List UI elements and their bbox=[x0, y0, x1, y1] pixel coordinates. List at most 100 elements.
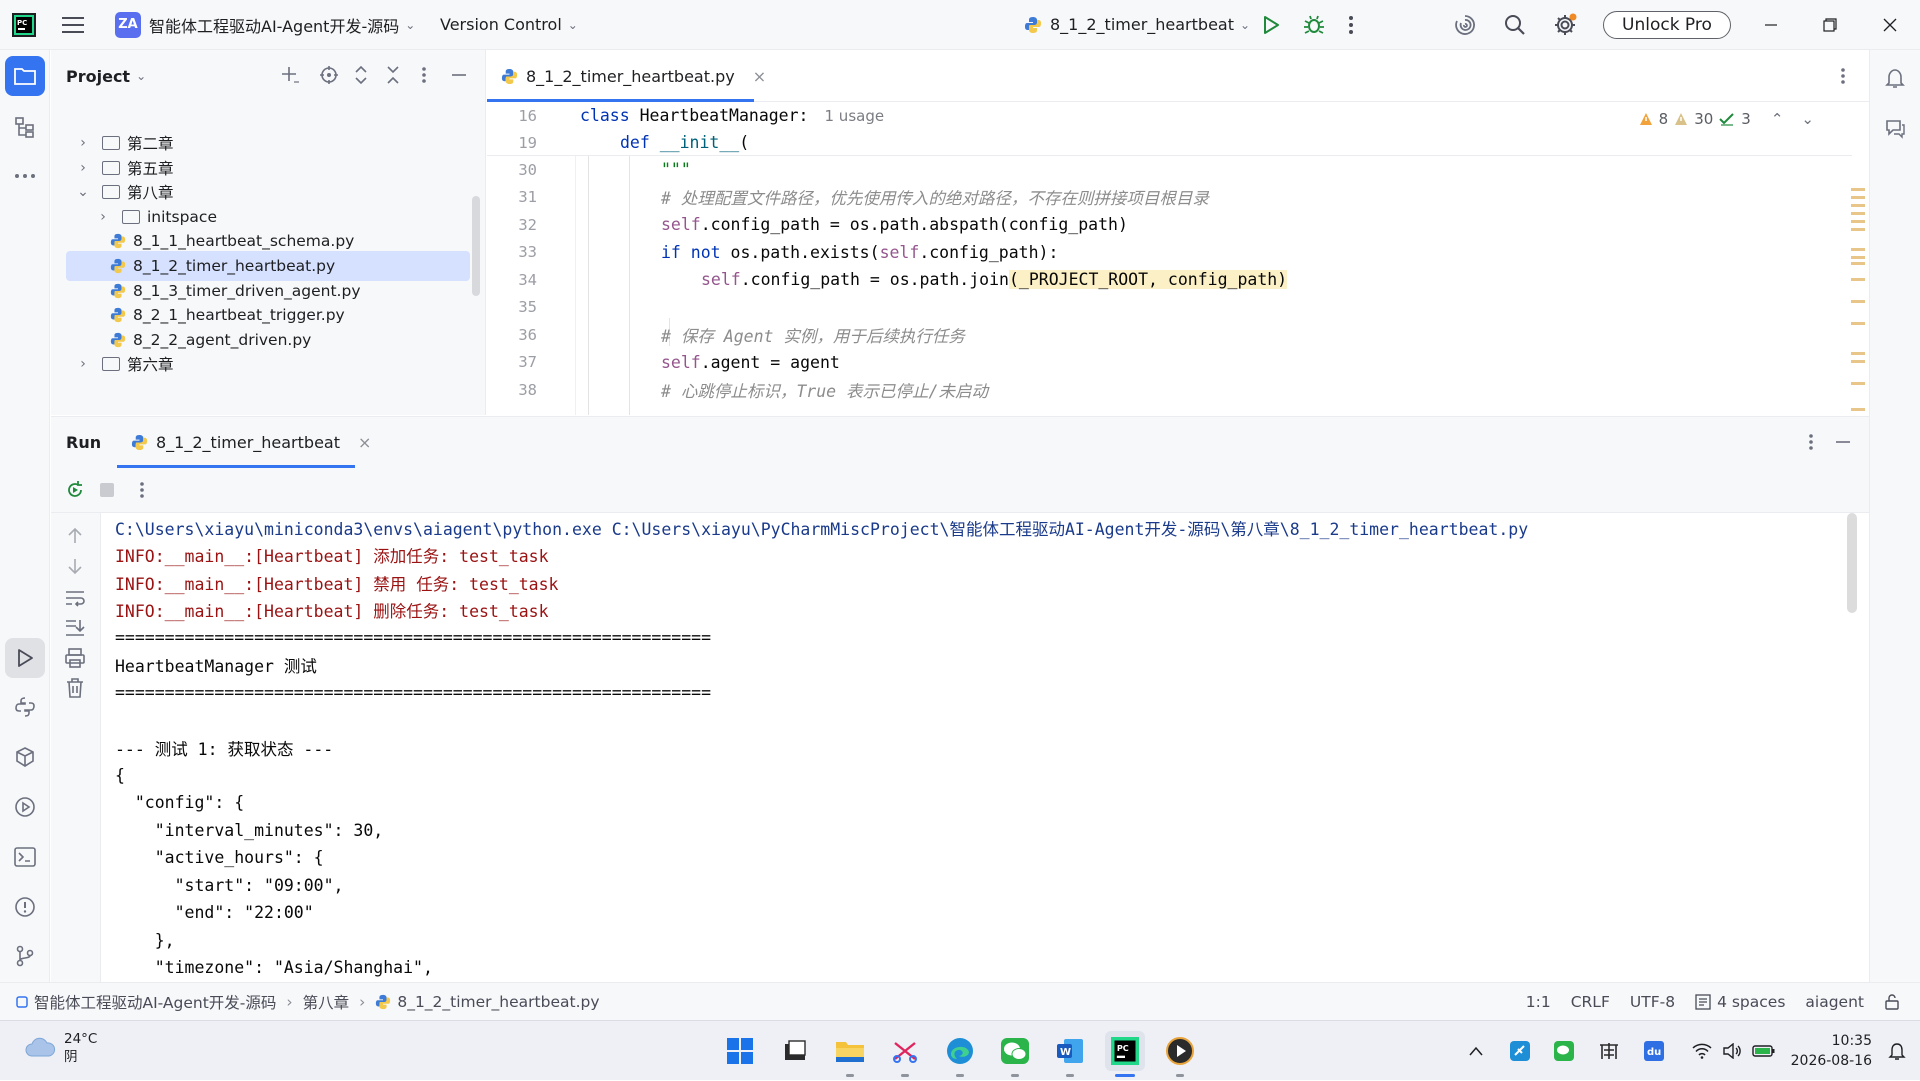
lock-icon[interactable] bbox=[1884, 994, 1900, 1010]
breadcrumb-file[interactable]: 8_1_2_timer_heartbeat.py bbox=[397, 993, 599, 1011]
usage-hint[interactable]: 1 usage bbox=[825, 107, 885, 125]
chevron-right-icon[interactable]: › bbox=[96, 209, 110, 225]
run-more-button[interactable] bbox=[139, 480, 145, 500]
tray-app-3[interactable] bbox=[1598, 1041, 1620, 1061]
wechat-app[interactable] bbox=[995, 1031, 1035, 1077]
project-switcher[interactable]: ZA 智能体工程驱动AI-Agent开发-源码 ⌄ bbox=[115, 0, 415, 50]
close-window-button[interactable] bbox=[1883, 0, 1897, 50]
more-tools-button[interactable] bbox=[5, 156, 45, 196]
run-options-button[interactable] bbox=[1808, 432, 1814, 452]
snipping-tool-app[interactable] bbox=[885, 1031, 925, 1077]
soft-wrap-button[interactable] bbox=[64, 587, 86, 609]
search-everywhere-button[interactable] bbox=[1504, 0, 1526, 50]
weather-widget[interactable]: 24°C 阴 bbox=[24, 1030, 97, 1066]
expand-all-button[interactable] bbox=[354, 65, 368, 85]
edge-browser-app[interactable] bbox=[940, 1031, 980, 1077]
problems-button[interactable] bbox=[5, 887, 45, 927]
wifi-icon[interactable] bbox=[1692, 1043, 1712, 1059]
console-output[interactable]: C:\Users\xiayu\miniconda3\envs\aiagent\p… bbox=[115, 514, 1815, 984]
stop-button[interactable] bbox=[99, 482, 115, 498]
services-button[interactable] bbox=[5, 787, 45, 827]
clear-all-button[interactable] bbox=[64, 677, 86, 699]
tray-baidu[interactable]: du bbox=[1644, 1041, 1664, 1061]
indent-setting[interactable]: 4 spaces bbox=[1717, 993, 1785, 1011]
project-options-button[interactable] bbox=[421, 65, 427, 85]
more-actions-button[interactable] bbox=[1348, 0, 1354, 50]
run-button[interactable] bbox=[1262, 0, 1280, 50]
ai-chat-button[interactable] bbox=[1875, 108, 1915, 148]
breadcrumb-folder[interactable]: 第八章 bbox=[303, 991, 350, 1013]
project-scrollbar[interactable] bbox=[472, 196, 480, 296]
code-line[interactable]: 38 # 心跳停止标识，True 表示已停止/未启动 bbox=[487, 376, 1852, 404]
sticky-line-def[interactable]: 19 def __init__( bbox=[487, 129, 1852, 157]
code-line[interactable]: 34 self.config_path = os.path.join(_PROJ… bbox=[487, 266, 1852, 294]
error-stripe[interactable] bbox=[1847, 156, 1869, 415]
chevron-right-icon[interactable]: › bbox=[76, 160, 90, 176]
close-tab-icon[interactable]: × bbox=[358, 433, 371, 452]
python-packages-button[interactable] bbox=[5, 737, 45, 777]
structure-tool-button[interactable] bbox=[5, 108, 45, 148]
tray-overflow-button[interactable] bbox=[1468, 1045, 1484, 1057]
git-button[interactable] bbox=[5, 936, 45, 976]
scroll-to-end-button[interactable] bbox=[64, 617, 86, 639]
volume-icon[interactable] bbox=[1722, 1043, 1742, 1059]
tray-app-1[interactable] bbox=[1510, 1041, 1530, 1061]
chevron-right-icon[interactable]: › bbox=[76, 356, 90, 372]
chevron-down-icon[interactable]: ⌄ bbox=[136, 69, 146, 83]
ai-assistant-button[interactable] bbox=[1453, 0, 1477, 50]
main-menu-button[interactable] bbox=[62, 0, 84, 50]
run-tool-button[interactable] bbox=[5, 638, 45, 678]
settings-button[interactable] bbox=[1553, 0, 1577, 50]
code-line[interactable]: 35 bbox=[487, 294, 1852, 322]
chevron-right-icon[interactable]: › bbox=[76, 135, 90, 151]
hide-panel-button[interactable] bbox=[451, 65, 467, 85]
notifications-button[interactable] bbox=[1875, 58, 1915, 98]
project-panel-title[interactable]: Project bbox=[66, 67, 130, 86]
code-line[interactable]: 37 self.agent = agent bbox=[487, 349, 1852, 377]
collapse-all-button[interactable] bbox=[386, 65, 400, 85]
run-panel-title[interactable]: Run bbox=[66, 433, 101, 452]
close-tab-icon[interactable]: × bbox=[753, 67, 766, 86]
task-view-button[interactable] bbox=[775, 1031, 815, 1071]
print-button[interactable] bbox=[64, 647, 86, 669]
vcs-widget[interactable]: Version Control ⌄ bbox=[440, 0, 578, 50]
tray-wechat[interactable] bbox=[1554, 1041, 1574, 1061]
notification-center-button[interactable] bbox=[1888, 1041, 1906, 1061]
media-player-app[interactable] bbox=[1160, 1031, 1200, 1077]
terminal-button[interactable] bbox=[5, 837, 45, 877]
python-console-button[interactable] bbox=[5, 687, 45, 727]
run-config-selector[interactable]: 8_1_2_timer_heartbeat ⌄ bbox=[1024, 0, 1250, 50]
tree-folder[interactable]: › 第六章 bbox=[66, 349, 470, 379]
pycharm-app[interactable]: PC bbox=[1105, 1031, 1145, 1077]
code-line[interactable]: 32 self.config_path = os.path.abspath(co… bbox=[487, 211, 1852, 239]
inspection-widget[interactable]: 8 30 3 ⌃ ⌄ bbox=[1639, 110, 1814, 128]
system-clock[interactable]: 10:35 2026-08-16 bbox=[1791, 1031, 1872, 1071]
chevron-down-icon[interactable]: ⌄ bbox=[76, 184, 90, 200]
unlock-pro-button[interactable]: Unlock Pro bbox=[1603, 0, 1731, 50]
code-line[interactable]: 30 """ bbox=[487, 156, 1852, 184]
restore-button[interactable] bbox=[1823, 0, 1837, 50]
editor-tab-active[interactable]: 8_1_2_timer_heartbeat.py × bbox=[487, 50, 766, 102]
debug-button[interactable] bbox=[1303, 0, 1325, 50]
caret-position[interactable]: 1:1 bbox=[1526, 993, 1551, 1011]
next-highlight-icon[interactable]: ⌄ bbox=[1801, 110, 1814, 128]
rerun-button[interactable] bbox=[65, 480, 85, 500]
line-separator[interactable]: CRLF bbox=[1571, 993, 1610, 1011]
hide-run-panel-button[interactable] bbox=[1835, 432, 1851, 452]
breadcrumb-project[interactable]: 智能体工程驱动AI-Agent开发-源码 bbox=[34, 991, 276, 1013]
code-line[interactable]: 33 if not os.path.exists(self.config_pat… bbox=[487, 239, 1852, 267]
new-file-button[interactable] bbox=[280, 65, 300, 85]
code-line[interactable]: 31 # 处理配置文件路径，优先使用传入的绝对路径，不存在则拼接项目根目录 bbox=[487, 184, 1852, 212]
interpreter-name[interactable]: aiagent bbox=[1805, 993, 1864, 1011]
console-scrollbar[interactable] bbox=[1847, 513, 1857, 613]
start-button[interactable] bbox=[720, 1031, 760, 1071]
editor-options-button[interactable] bbox=[1840, 66, 1846, 86]
file-encoding[interactable]: UTF-8 bbox=[1630, 993, 1675, 1011]
prev-highlight-icon[interactable]: ⌃ bbox=[1771, 110, 1784, 128]
project-tool-button[interactable] bbox=[5, 56, 45, 96]
run-tab-active[interactable]: 8_1_2_timer_heartbeat × bbox=[117, 417, 371, 468]
scroll-down-button[interactable] bbox=[64, 555, 86, 577]
word-app[interactable]: W bbox=[1050, 1031, 1090, 1077]
locate-file-button[interactable] bbox=[319, 65, 339, 85]
code-line[interactable]: 36 # 保存 Agent 实例，用于后续执行任务 bbox=[487, 321, 1852, 349]
